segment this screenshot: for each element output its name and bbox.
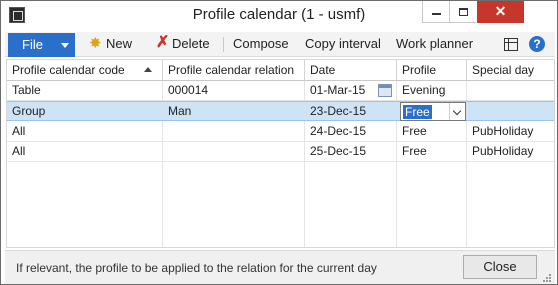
file-menu-button[interactable]: File	[8, 33, 75, 57]
window-close-button[interactable]: ✕	[477, 1, 524, 23]
new-button[interactable]: New	[106, 36, 132, 51]
cell-date[interactable]: 01-Mar-15	[305, 81, 375, 100]
title-bar: Profile calendar (1 - usmf) ✕	[1, 1, 557, 31]
layout-icon[interactable]	[504, 38, 518, 51]
cell-relation[interactable]: 000014	[163, 81, 304, 100]
column-header-code[interactable]: Profile calendar code	[7, 60, 163, 80]
minimize-button[interactable]	[422, 1, 449, 23]
cell-code[interactable]: Table	[7, 81, 162, 100]
cell-profile[interactable]: Evening	[397, 81, 466, 100]
delete-icon: ✗	[156, 34, 170, 51]
cell-relation[interactable]	[163, 122, 304, 141]
column-header-date[interactable]: Date	[305, 60, 397, 80]
table-row[interactable]: All 24-Dec-15 Free PubHoliday	[7, 122, 554, 142]
cell-relation[interactable]: Man	[163, 102, 304, 121]
help-icon[interactable]: ?	[529, 36, 545, 52]
profile-calendar-window: Profile calendar (1 - usmf) ✕ File ✸ New…	[0, 0, 558, 285]
copy-interval-button[interactable]: Copy interval	[305, 36, 381, 51]
cell-code[interactable]: Group	[7, 102, 162, 121]
cell-code[interactable]: All	[7, 142, 162, 161]
sort-ascending-icon	[144, 67, 152, 72]
cell-special-day[interactable]: PubHoliday	[467, 122, 554, 141]
cell-special-day[interactable]: PubHoliday	[467, 142, 554, 161]
column-header-relation[interactable]: Profile calendar relation	[163, 60, 305, 80]
calendar-icon[interactable]	[378, 84, 392, 97]
cell-date[interactable]: 23-Dec-15	[305, 102, 395, 121]
status-bar: If relevant, the profile to be applied t…	[5, 250, 555, 284]
close-button[interactable]: Close	[463, 255, 537, 279]
resize-grip-icon[interactable]	[542, 273, 552, 283]
new-icon: ✸	[89, 35, 102, 52]
cell-profile[interactable]: Free	[397, 122, 466, 141]
cell-special-day[interactable]	[467, 81, 554, 100]
field-help-text: If relevant, the profile to be applied t…	[16, 261, 377, 275]
file-chevron-down-icon	[61, 43, 69, 48]
work-planner-button[interactable]: Work planner	[396, 36, 473, 51]
action-pane: File ✸ New ✗ Delete Compose Copy interva…	[5, 32, 555, 57]
maximize-icon	[458, 8, 468, 17]
column-header-profile[interactable]: Profile	[397, 60, 467, 80]
profile-calendar-grid: Profile calendar code Profile calendar r…	[6, 59, 555, 248]
minimize-icon	[431, 13, 441, 16]
toolbar-divider	[223, 37, 224, 52]
delete-button[interactable]: Delete	[172, 36, 210, 51]
file-menu-label: File	[22, 37, 43, 52]
cell-relation[interactable]	[163, 142, 304, 161]
cell-date[interactable]: 24-Dec-15	[305, 122, 395, 141]
grid-header: Profile calendar code Profile calendar r…	[7, 60, 554, 81]
column-header-special-day[interactable]: Special day	[467, 60, 554, 80]
table-row-selected[interactable]: Group Man 23-Dec-15 Free	[7, 101, 554, 121]
profile-dropdown-value[interactable]: Free	[403, 105, 432, 119]
cell-date[interactable]: 25-Dec-15	[305, 142, 395, 161]
cell-profile[interactable]: Free	[397, 142, 466, 161]
maximize-button[interactable]	[449, 1, 476, 23]
profile-dropdown[interactable]: Free	[400, 102, 466, 121]
cell-special-day[interactable]	[467, 102, 554, 121]
table-row[interactable]: All 25-Dec-15 Free PubHoliday	[7, 142, 554, 162]
compose-button[interactable]: Compose	[233, 36, 289, 51]
table-row[interactable]: Table 000014 01-Mar-15 Evening	[7, 81, 554, 101]
cell-code[interactable]: All	[7, 122, 162, 141]
chevron-down-icon[interactable]	[449, 103, 465, 120]
